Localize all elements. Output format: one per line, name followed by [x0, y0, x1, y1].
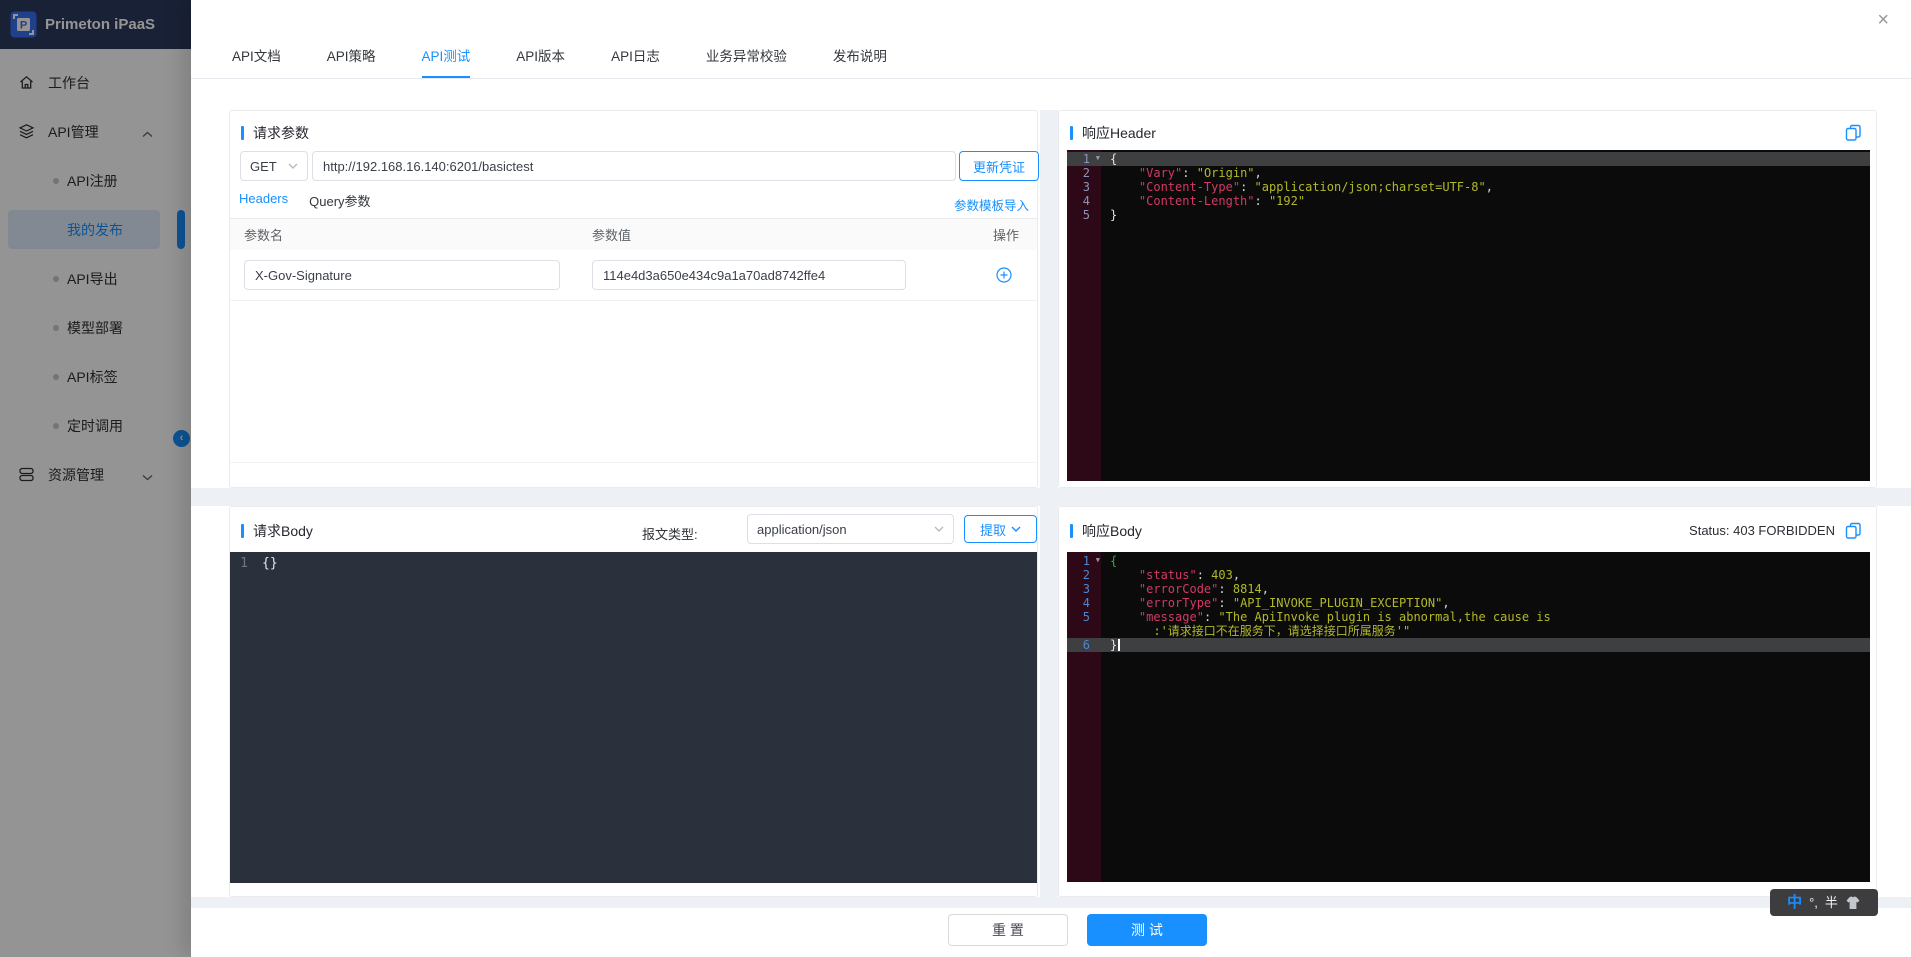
code-line: 5} — [1067, 208, 1870, 222]
response-body-title: 响应Body — [1082, 521, 1142, 541]
content-type-select[interactable]: application/json — [747, 514, 954, 544]
request-params-title: 请求参数 — [253, 123, 309, 143]
method-value: GET — [250, 159, 277, 174]
content-type-value: application/json — [757, 522, 847, 537]
code-line: 3 "errorCode": 8814, — [1067, 582, 1870, 596]
ime-language-badge: 中 — [1787, 895, 1802, 910]
ime-punctuation-mode: °, — [1809, 896, 1818, 909]
chevron-down-icon — [934, 526, 944, 532]
code-line: 4 "errorType": "API_INVOKE_PLUGIN_EXCEPT… — [1067, 596, 1870, 610]
param-name-input[interactable] — [244, 260, 560, 290]
col-param-name: 参数名 — [244, 225, 592, 244]
title-accent-bar — [1070, 524, 1073, 538]
response-header-panel: 响应Header 1▼{2 "Vary": "Origin",3 "Conten… — [1058, 110, 1877, 488]
title-accent-bar — [241, 524, 244, 538]
tab-api-version[interactable]: API版本 — [516, 45, 565, 78]
divider — [191, 897, 1911, 908]
tab-api-test[interactable]: API测试 — [422, 45, 471, 78]
tab-query-params[interactable]: Query参数 — [309, 191, 370, 219]
col-operation: 操作 — [973, 225, 1019, 244]
param-template-import-link[interactable]: 参数模板导入 — [954, 195, 1029, 214]
method-select[interactable]: GET — [240, 151, 308, 181]
chevron-down-icon — [1011, 526, 1021, 532]
modal-overlay — [0, 0, 191, 957]
request-body-title: 请求Body — [253, 521, 313, 541]
section-title: 响应Body — [1070, 521, 1142, 541]
code-line: 4 "Content-Length": "192" — [1067, 194, 1870, 208]
tab-headers[interactable]: Headers — [239, 191, 288, 221]
screen: P Primeton iPaaS 工作台API管理API注册我的发布API导出模… — [0, 0, 1911, 957]
add-param-button[interactable] — [996, 267, 1012, 283]
section-title: 请求参数 — [241, 123, 309, 143]
tab-bar: API文档 API策略 API测试 API版本 API日志 业务异常校验 发布说明 — [191, 0, 1911, 79]
response-body-editor[interactable]: 1▼{2 "status": 403,3 "errorCode": 8814,4… — [1067, 552, 1870, 882]
reset-button[interactable]: 重 置 — [948, 914, 1068, 946]
code-line: 2 "status": 403, — [1067, 568, 1870, 582]
section-title: 请求Body — [241, 521, 313, 541]
title-accent-bar — [241, 126, 244, 140]
request-body-panel: 请求Body 报文类型: application/json 提取 1{} — [229, 506, 1038, 897]
title-accent-bar — [1070, 126, 1073, 140]
copy-icon[interactable] — [1845, 124, 1862, 141]
code-line: :'请求接口不在服务下，请选择接口所属服务'" — [1067, 624, 1870, 638]
test-button[interactable]: 测 试 — [1087, 914, 1207, 946]
tab-api-log[interactable]: API日志 — [611, 45, 660, 78]
tab-business-exception-check[interactable]: 业务异常校验 — [706, 45, 787, 78]
response-header-editor[interactable]: 1▼{2 "Vary": "Origin",3 "Content-Type": … — [1067, 150, 1870, 481]
fold-arrow-icon: ▼ — [1096, 155, 1100, 162]
request-body-editor[interactable]: 1{} — [230, 552, 1037, 883]
tab-api-doc[interactable]: API文档 — [232, 45, 281, 78]
content-type-label: 报文类型: — [642, 524, 698, 543]
api-test-drawer: × API文档 API策略 API测试 API版本 API日志 业务异常校验 发布说明 请求… — [191, 0, 1911, 957]
code-line: 5 "message": "The ApiInvoke plugin is ab… — [1067, 610, 1870, 624]
param-subtabs: Headers Query参数 — [230, 191, 1037, 219]
param-value-input[interactable] — [592, 260, 906, 290]
tab-release-notes[interactable]: 发布说明 — [833, 45, 887, 78]
code-line: 1▼{ — [1067, 554, 1870, 568]
param-table-header: 参数名 参数值 操作 — [230, 219, 1037, 250]
text-cursor — [1118, 639, 1120, 651]
url-input[interactable] — [312, 151, 956, 181]
section-title: 响应Header — [1070, 123, 1156, 143]
fold-arrow-icon: ▼ — [1096, 557, 1100, 564]
chevron-down-icon — [288, 163, 298, 169]
ime-skin-icon — [1845, 896, 1861, 910]
code-line: 2 "Vary": "Origin", — [1067, 166, 1870, 180]
code-line: 1{} — [230, 555, 1037, 572]
table-bottom-border — [230, 462, 1037, 463]
close-icon[interactable]: × — [1877, 10, 1889, 30]
response-body-panel: 响应Body Status: 403 FORBIDDEN 1▼{2 "statu… — [1058, 506, 1877, 897]
response-header-title: 响应Header — [1082, 123, 1156, 143]
param-table-row — [230, 250, 1037, 301]
code-line: 1▼{ — [1067, 152, 1870, 166]
extract-label: 提取 — [980, 520, 1006, 539]
copy-icon[interactable] — [1845, 522, 1862, 539]
divider — [191, 488, 1911, 506]
tab-api-policy[interactable]: API策略 — [327, 45, 376, 78]
refresh-credential-button[interactable]: 更新凭证 — [959, 151, 1039, 181]
background-app: P Primeton iPaaS 工作台API管理API注册我的发布API导出模… — [0, 0, 191, 957]
ime-width-mode: 半 — [1825, 896, 1838, 909]
add-param-icon — [996, 267, 1012, 283]
status-badge: Status: 403 FORBIDDEN — [1689, 523, 1835, 538]
col-param-value: 参数值 — [592, 225, 973, 244]
ime-indicator[interactable]: 中 °, 半 — [1770, 889, 1878, 916]
code-line: 3 "Content-Type": "application/json;char… — [1067, 180, 1870, 194]
extract-button[interactable]: 提取 — [964, 515, 1037, 543]
code-line: 6} — [1067, 638, 1870, 652]
request-params-panel: 请求参数 GET 更新凭证 Headers Query参数 参数模板导入 参数名… — [229, 110, 1038, 488]
